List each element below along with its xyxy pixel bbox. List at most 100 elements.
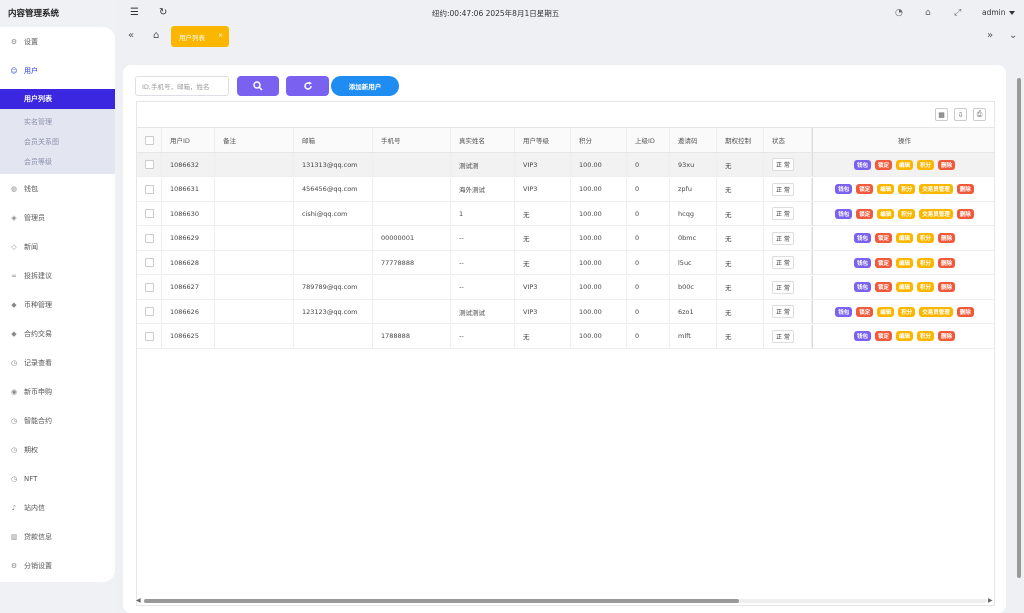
lock-button[interactable]: 锁定: [874, 282, 892, 292]
edit-button[interactable]: 编辑: [895, 331, 913, 341]
sidebar-item[interactable]: ◆ 合约交易: [0, 319, 115, 348]
row-checkbox[interactable]: [145, 160, 154, 169]
sidebar-item[interactable]: ◷ 记录查看: [0, 348, 115, 377]
points-button[interactable]: 积分: [917, 282, 935, 292]
sidebar-item[interactable]: ♪ 站内信: [0, 493, 115, 522]
tabs-scroll-left-icon[interactable]: «: [128, 30, 134, 41]
wallet-button[interactable]: 钱包: [835, 306, 853, 317]
status-badge[interactable]: 正 常: [772, 280, 794, 294]
scroll-thumb[interactable]: [1017, 78, 1021, 578]
wallet-button[interactable]: 钱包: [853, 282, 871, 292]
table-row[interactable]: 1086628 77778888 -- 无 100.00 0 l5uc 无正 常钱包 锁定 编辑积…: [137, 251, 994, 275]
wallet-button[interactable]: 钱包: [853, 159, 871, 170]
lock-button[interactable]: 锁定: [874, 159, 892, 170]
column-header[interactable]: 手机号: [373, 128, 451, 152]
vertical-scrollbar[interactable]: [1016, 70, 1022, 605]
columns-icon[interactable]: ▦: [935, 108, 948, 121]
sidebar-item[interactable]: ◷ 期权: [0, 435, 115, 464]
refresh-button[interactable]: [286, 76, 329, 96]
sidebar-subitem[interactable]: 会员等级: [0, 152, 115, 172]
delete-button[interactable]: 删除: [938, 257, 956, 268]
export-icon[interactable]: ⇩: [954, 108, 967, 121]
scroll-left-icon[interactable]: ◀: [136, 597, 141, 604]
row-checkbox[interactable]: [145, 209, 154, 218]
edit-button[interactable]: 编辑: [895, 257, 913, 268]
column-header[interactable]: 备注: [215, 128, 294, 152]
edit-button[interactable]: 编辑: [877, 184, 895, 194]
sidebar-item[interactable]: ⚙ 设置: [0, 27, 115, 56]
user-menu[interactable]: admin: [982, 8, 1015, 17]
wallet-button[interactable]: 钱包: [853, 233, 871, 243]
sidebar-item[interactable]: ◇ 新闻: [0, 232, 115, 261]
search-button[interactable]: [237, 76, 279, 96]
sidebar-item[interactable]: ◆ 币种管理: [0, 290, 115, 319]
table-row[interactable]: 1086630 cishi@qq.com 1 无 100.00 0 hcqg 无正 常钱包 锁定…: [137, 202, 994, 226]
tab-user-list[interactable]: 用户列表 ×: [171, 26, 229, 47]
row-checkbox[interactable]: [145, 233, 154, 243]
status-badge[interactable]: 正 常: [772, 207, 794, 220]
column-header[interactable]: 邮箱: [294, 128, 373, 152]
edit-button[interactable]: 编辑: [895, 159, 913, 170]
select-all-checkbox[interactable]: [145, 135, 154, 145]
status-badge[interactable]: 正 常: [772, 231, 794, 245]
column-header[interactable]: 用户ID: [162, 128, 215, 152]
column-header[interactable]: 用户等级: [515, 128, 571, 152]
sidebar-item[interactable]: ◈ 管理员: [0, 203, 115, 232]
table-row[interactable]: 1086631 456456@qq.com 海外测试 VIP3 100.00 0 zpfu 无…: [137, 177, 994, 202]
delete-button[interactable]: 删除: [956, 208, 974, 219]
lock-button[interactable]: 锁定: [874, 257, 892, 268]
lock-button[interactable]: 锁定: [856, 184, 874, 194]
points-button[interactable]: 积分: [917, 159, 935, 170]
delete-button[interactable]: 删除: [956, 184, 974, 194]
fullscreen-icon[interactable]: ⤢: [954, 8, 961, 18]
row-checkbox[interactable]: [145, 258, 154, 267]
column-header[interactable]: 积分: [571, 128, 627, 152]
sidebar-item[interactable]: ∞ 投拆建议: [0, 261, 115, 290]
points-button[interactable]: 积分: [917, 233, 935, 243]
theme-icon[interactable]: ◔: [895, 8, 903, 18]
sidebar-item[interactable]: ⚙ 分销设置: [0, 551, 115, 580]
edit-button[interactable]: 编辑: [877, 208, 895, 219]
sidebar-item[interactable]: ◉ 新币申购: [0, 377, 115, 406]
wallet-button[interactable]: 钱包: [853, 331, 871, 341]
home-icon[interactable]: ⌂: [153, 30, 159, 41]
column-header[interactable]: 上级ID: [627, 128, 670, 152]
sidebar-subitem[interactable]: 会员关系图: [0, 132, 115, 152]
menu-toggle-icon[interactable]: ☰: [130, 7, 139, 18]
status-badge[interactable]: 正 常: [772, 305, 794, 318]
status-badge[interactable]: 正 常: [772, 182, 794, 196]
wallet-button[interactable]: 钱包: [835, 208, 853, 219]
print-icon[interactable]: ⎙: [973, 108, 986, 121]
refresh-icon[interactable]: ↻: [159, 7, 167, 18]
trader-manage-button[interactable]: 交易员管理: [919, 184, 953, 194]
column-header[interactable]: 邀请码: [670, 128, 717, 152]
table-row[interactable]: 1086629 00000001 -- 无 100.00 0 0bmc 无正 常钱包 锁定 编辑积…: [137, 226, 994, 251]
wallet-button[interactable]: 钱包: [835, 184, 853, 194]
points-button[interactable]: 积分: [898, 306, 916, 317]
wallet-button[interactable]: 钱包: [853, 257, 871, 268]
sidebar-subitem[interactable]: 用户列表: [0, 89, 115, 109]
edit-button[interactable]: 编辑: [895, 282, 913, 292]
status-badge[interactable]: 正 常: [772, 158, 794, 171]
points-button[interactable]: 积分: [898, 208, 916, 219]
column-header[interactable]: 真实姓名: [451, 128, 515, 152]
search-input[interactable]: ID,手机号，邮箱，姓名: [135, 76, 229, 96]
table-row[interactable]: 1086627 789789@qq.com -- VIP3 100.00 0 b00c 无正 …: [137, 275, 994, 300]
tag-icon[interactable]: ⌂: [925, 8, 931, 18]
row-checkbox[interactable]: [145, 307, 154, 316]
delete-button[interactable]: 删除: [938, 159, 956, 170]
sidebar-subitem[interactable]: 实名管理: [0, 112, 115, 132]
points-button[interactable]: 积分: [917, 331, 935, 341]
lock-button[interactable]: 锁定: [874, 233, 892, 243]
column-header[interactable]: 期权控制: [717, 128, 764, 152]
edit-button[interactable]: 编辑: [895, 233, 913, 243]
column-header[interactable]: 状态: [764, 128, 812, 152]
table-row[interactable]: 1086626 123123@qq.com 测试测试 VIP3 100.00 0 6zo1 无…: [137, 300, 994, 324]
trader-manage-button[interactable]: 交易员管理: [919, 306, 953, 317]
trader-manage-button[interactable]: 交易员管理: [919, 208, 953, 219]
chevron-down-icon[interactable]: ⌄: [1009, 30, 1017, 41]
tabs-scroll-right-icon[interactable]: »: [987, 30, 993, 41]
status-badge[interactable]: 正 常: [772, 256, 794, 269]
close-icon[interactable]: ×: [218, 32, 223, 39]
delete-button[interactable]: 删除: [938, 282, 956, 292]
